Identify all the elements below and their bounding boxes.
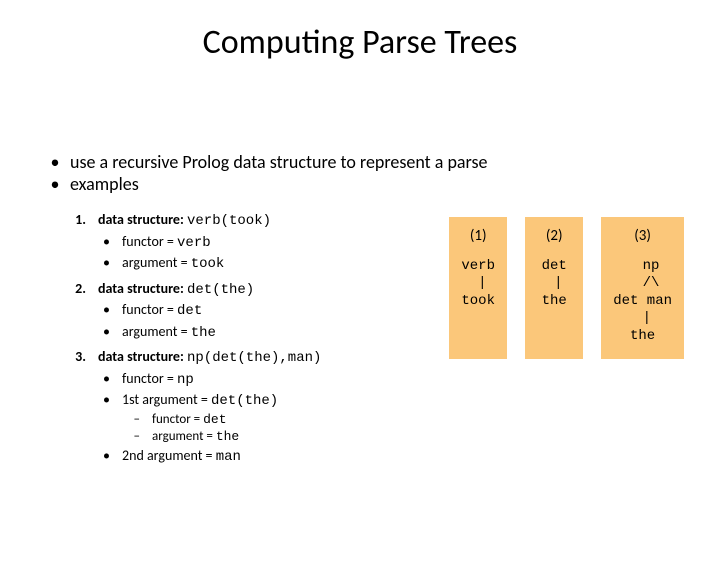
sub-label: argument = xyxy=(122,254,188,271)
box-head: (3) xyxy=(613,227,672,246)
box-head: (2) xyxy=(537,227,571,246)
sub2-code: det xyxy=(203,412,226,427)
top-bullets: • use a recursive Prolog data structure … xyxy=(40,152,690,195)
sub-code: took xyxy=(191,256,225,272)
item-number: 2. xyxy=(40,280,98,300)
sub-code: det(the) xyxy=(211,393,278,409)
box-body: det | the xyxy=(542,258,567,309)
tree-boxes: (1) verb | took (2) det | the (3) np /\ de… xyxy=(449,217,684,359)
sub-label: functor = xyxy=(122,301,174,318)
sub2-label: argument = xyxy=(152,429,213,444)
sub-code: verb xyxy=(177,235,211,251)
sub-label: functor = xyxy=(122,370,174,387)
box-body: verb | took xyxy=(461,258,495,309)
sub-code: np xyxy=(177,372,194,388)
tree-box-2: (2) det | the xyxy=(525,217,583,359)
item-label: data structure: xyxy=(98,211,184,228)
item-label: data structure: xyxy=(98,348,184,365)
bullet-dot: • xyxy=(40,152,70,174)
sub-code: man xyxy=(216,449,241,465)
content-area: • use a recursive Prolog data structure … xyxy=(40,152,690,467)
item-label: data structure: xyxy=(98,280,184,297)
tree-box-3: (3) np /\ det man | the xyxy=(601,217,684,359)
sub-label: argument = xyxy=(122,323,188,340)
sub-label: 1st argument = xyxy=(122,391,208,408)
top-bullet-2: examples xyxy=(70,174,690,196)
sub-label: functor = xyxy=(122,233,174,250)
sub-code: the xyxy=(191,325,216,341)
item-number: 1. xyxy=(40,211,98,231)
box-head: (1) xyxy=(461,227,495,246)
item-number: 3. xyxy=(40,348,98,368)
examples-list: 1. data structure: verb(took) •functor =… xyxy=(40,205,449,467)
slide-title: Computing Parse Trees xyxy=(0,22,720,63)
sub2-code: the xyxy=(216,429,239,444)
bullet-dot: • xyxy=(40,174,70,196)
tree-box-1: (1) verb | took xyxy=(449,217,507,359)
item-code: verb(took) xyxy=(187,213,271,229)
top-bullet-1: use a recursive Prolog data structure to… xyxy=(70,152,690,174)
sub2-label: functor = xyxy=(152,412,200,427)
box-body: np /\ det man | the xyxy=(613,258,672,344)
sub-label: 2nd argument = xyxy=(122,447,213,464)
sub-code: det xyxy=(177,303,202,319)
item-code: np(det(the),man) xyxy=(187,350,321,366)
item-code: det(the) xyxy=(187,282,254,298)
